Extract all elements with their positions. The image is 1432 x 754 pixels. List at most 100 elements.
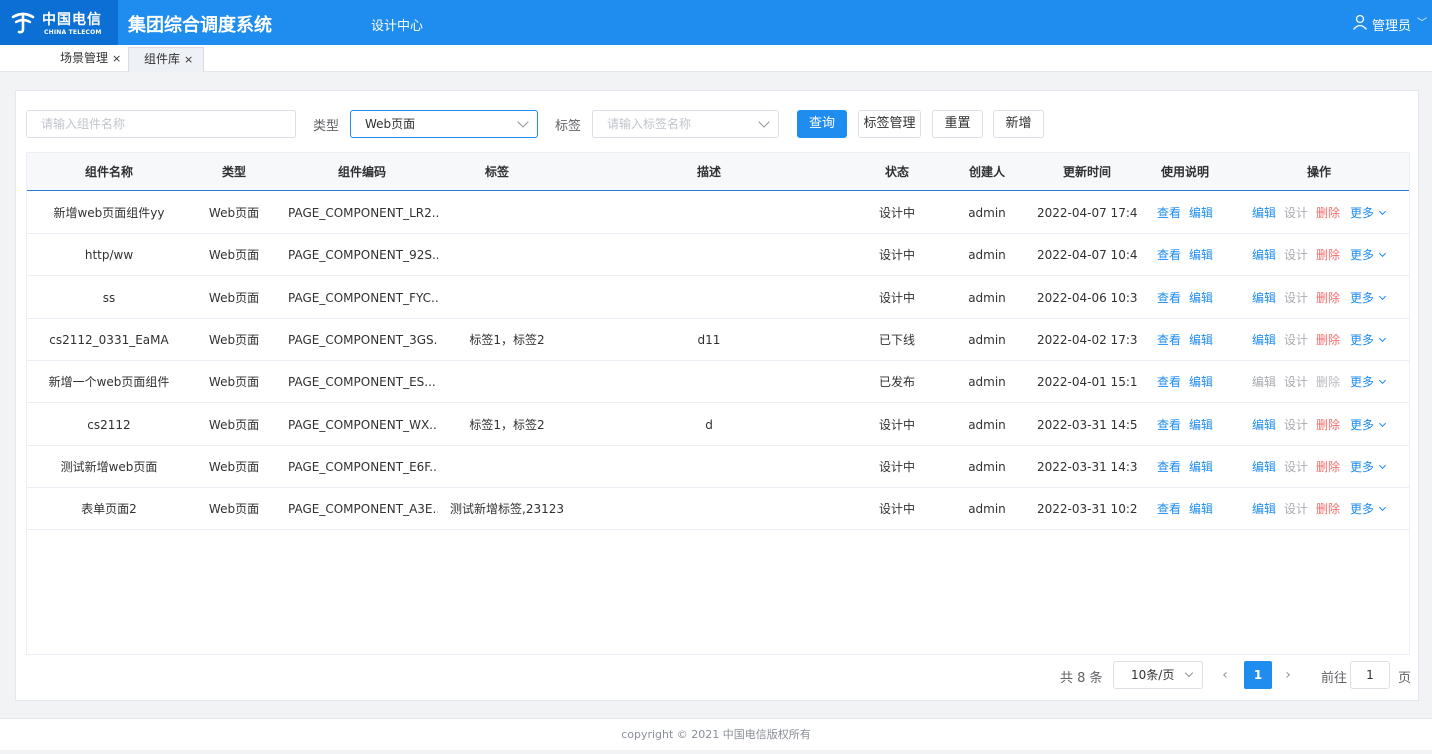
prev-page-button[interactable]: ‹ (1215, 661, 1235, 689)
edit-link-label: 编辑 (1252, 460, 1277, 474)
tag-select-placeholder: 请输入标签名称 (607, 117, 692, 131)
logo[interactable]: 中国电信 CHINA TELECOM (0, 0, 118, 45)
tag-select[interactable]: 请输入标签名称 (592, 110, 779, 138)
goto-page-input[interactable]: 1 (1350, 661, 1390, 689)
edit-doc-link[interactable]: 编辑 (1189, 234, 1213, 276)
type-select[interactable]: Web页面 (350, 110, 538, 138)
delete-link[interactable]: 删除 (1316, 488, 1340, 530)
view-doc-link-label: 查看 (1157, 375, 1182, 389)
nav-design-center[interactable]: 设计中心 (371, 15, 423, 34)
view-doc-link-label: 查看 (1157, 418, 1182, 432)
component-name-input[interactable]: 请输入组件名称 (26, 110, 296, 138)
query-button[interactable]: 查询 (797, 110, 847, 138)
edit-doc-link[interactable]: 编辑 (1189, 192, 1213, 234)
view-doc-link-label: 查看 (1157, 206, 1182, 220)
user-menu[interactable]: 管理员 ﹀ (1342, 0, 1432, 45)
reset-button[interactable]: 重置 (932, 110, 983, 138)
design-link[interactable]: 设计 (1284, 488, 1308, 530)
view-doc-link[interactable]: 查看 (1157, 404, 1181, 446)
logo-text-en: CHINA TELECOM (44, 29, 102, 36)
design-link[interactable]: 设计 (1284, 192, 1308, 234)
more-dropdown[interactable]: 更多 (1350, 446, 1387, 488)
view-doc-link[interactable]: 查看 (1157, 361, 1181, 403)
cell-type: Web页面 (208, 291, 260, 305)
table-header: 组件名称 类型 组件编码 标签 描述 状态 创建人 更新时间 使用说明 操作 (27, 153, 1409, 191)
view-doc-link[interactable]: 查看 (1157, 192, 1181, 234)
view-doc-link[interactable]: 查看 (1157, 488, 1181, 530)
edit-doc-link-label: 编辑 (1189, 291, 1214, 305)
edit-doc-link[interactable]: 编辑 (1189, 361, 1213, 403)
edit-doc-link[interactable]: 编辑 (1189, 277, 1213, 319)
delete-link[interactable]: 删除 (1316, 361, 1340, 403)
close-icon[interactable]: × (184, 53, 193, 66)
more-dropdown[interactable]: 更多 (1350, 361, 1387, 403)
cell-tags (437, 234, 577, 276)
cell-status: 设计中 (878, 502, 915, 516)
edit-link[interactable]: 编辑 (1252, 488, 1276, 530)
more-dropdown[interactable]: 更多 (1350, 277, 1387, 319)
design-link[interactable]: 设计 (1284, 319, 1308, 361)
cell-component-code: PAGE_COMPONENT_ES... (288, 375, 436, 389)
view-doc-link-label: 查看 (1157, 248, 1182, 262)
cell-component-code: PAGE_COMPONENT_E6F... (288, 460, 438, 474)
more-dropdown[interactable]: 更多 (1350, 488, 1387, 530)
chevron-down-icon (1378, 376, 1387, 385)
next-page-button[interactable]: › (1278, 661, 1298, 689)
column-header: 创建人 (968, 165, 1005, 179)
cell-creator: admin (968, 291, 1006, 305)
tag-manage-button[interactable]: 标签管理 (858, 110, 921, 138)
edit-link[interactable]: 编辑 (1252, 361, 1276, 403)
edit-link[interactable]: 编辑 (1252, 192, 1276, 234)
design-link[interactable]: 设计 (1284, 234, 1308, 276)
more-dropdown[interactable]: 更多 (1350, 234, 1387, 276)
edit-doc-link[interactable]: 编辑 (1189, 319, 1213, 361)
delete-link[interactable]: 删除 (1316, 404, 1340, 446)
cell-component-code: PAGE_COMPONENT_92S... (288, 248, 438, 262)
cell-description (647, 192, 771, 234)
table-row: ss Web页面 PAGE_COMPONENT_FYC... 设计中 admin 2022… (27, 277, 1409, 319)
more-dropdown[interactable]: 更多 (1350, 192, 1387, 234)
delete-link[interactable]: 删除 (1316, 319, 1340, 361)
cell-status: 设计中 (878, 418, 915, 432)
more-dropdown[interactable]: 更多 (1350, 319, 1387, 361)
add-button[interactable]: 新增 (993, 110, 1044, 138)
tab-scene-management[interactable]: 场景管理 × (45, 47, 131, 72)
table-row: 新增一个web页面组件 Web页面 PAGE_COMPONENT_ES... 已发布 a… (27, 361, 1409, 403)
design-link-label: 设计 (1284, 248, 1309, 262)
delete-link[interactable]: 删除 (1316, 192, 1340, 234)
view-doc-link[interactable]: 查看 (1157, 319, 1181, 361)
cell-tags (437, 277, 577, 319)
edit-link[interactable]: 编辑 (1252, 319, 1276, 361)
edit-doc-link[interactable]: 编辑 (1189, 446, 1213, 488)
close-icon[interactable]: × (112, 52, 121, 65)
column-header: 组件名称 (84, 165, 133, 179)
column-header: 状态 (884, 165, 909, 179)
edit-link-label: 编辑 (1252, 375, 1277, 389)
design-link[interactable]: 设计 (1284, 446, 1308, 488)
design-link[interactable]: 设计 (1284, 404, 1308, 446)
page-number-current[interactable]: 1 (1244, 661, 1272, 689)
more-dropdown[interactable]: 更多 (1350, 404, 1387, 446)
edit-doc-link[interactable]: 编辑 (1189, 404, 1213, 446)
view-doc-link[interactable]: 查看 (1157, 277, 1181, 319)
design-link[interactable]: 设计 (1284, 277, 1308, 319)
view-doc-link[interactable]: 查看 (1157, 446, 1181, 488)
table-row: cs2112_0331_EaMA Web页面 PAGE_COMPONENT_3GS.… (27, 319, 1409, 361)
edit-link[interactable]: 编辑 (1252, 404, 1276, 446)
logo-text-cn: 中国电信 (42, 12, 102, 28)
edit-link[interactable]: 编辑 (1252, 446, 1276, 488)
more-dropdown-label: 更多 (1350, 333, 1375, 347)
tag-label: 标签 (555, 119, 582, 134)
design-link[interactable]: 设计 (1284, 361, 1308, 403)
edit-link[interactable]: 编辑 (1252, 234, 1276, 276)
delete-link[interactable]: 删除 (1316, 446, 1340, 488)
cell-status: 已下线 (878, 333, 915, 347)
tab-component-library[interactable]: 组件库 × (128, 47, 205, 72)
delete-link[interactable]: 删除 (1316, 234, 1340, 276)
delete-link[interactable]: 删除 (1316, 277, 1340, 319)
view-doc-link[interactable]: 查看 (1157, 234, 1181, 276)
edit-link[interactable]: 编辑 (1252, 277, 1276, 319)
page-size-select[interactable]: 10条/页 (1113, 661, 1203, 689)
edit-doc-link[interactable]: 编辑 (1189, 488, 1213, 530)
cell-description: d11 (697, 333, 721, 347)
